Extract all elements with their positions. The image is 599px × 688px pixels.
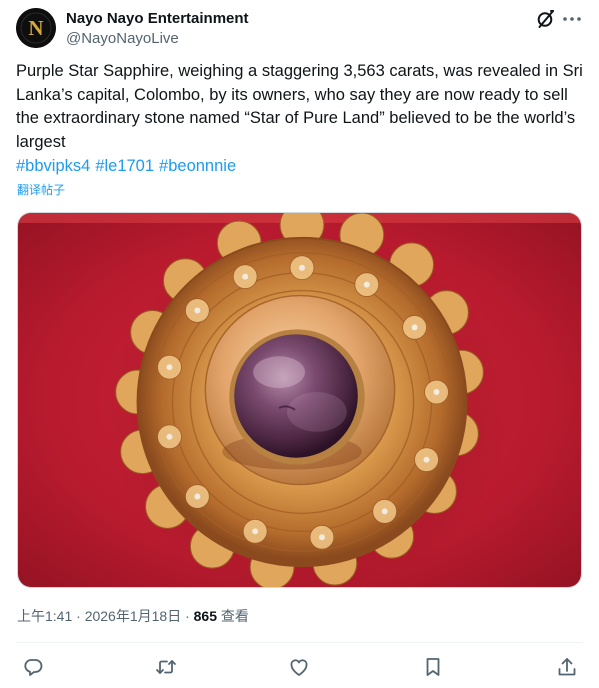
reply-icon[interactable]: [22, 656, 44, 678]
timestamp[interactable]: 上午1:41 · 2026年1月18日 ·: [17, 608, 194, 624]
hashtags: #bbvipks4 #le1701 #beonnnie: [16, 155, 241, 178]
tweet-text: Purple Star Sapphire, weighing a stagger…: [16, 62, 583, 151]
avatar-logo: N: [16, 8, 56, 48]
retweet-icon[interactable]: [155, 656, 177, 678]
views-label: 查看: [217, 608, 249, 624]
author-names: Nayo Nayo Entertainment @NayoNayoLive: [66, 8, 249, 49]
views-count: 865: [193, 608, 217, 624]
author-handle[interactable]: @NayoNayoLive: [66, 29, 249, 49]
translate-post-link[interactable]: 翻译帖子: [17, 182, 65, 198]
tweet-header: N Nayo Nayo Entertainment @NayoNayoLive: [16, 8, 583, 48]
more-icon[interactable]: [561, 8, 583, 30]
tweet-meta: 上午1:41 · 2026年1月18日 · 865 查看: [17, 607, 249, 625]
avatar-letter: N: [28, 16, 43, 40]
like-icon[interactable]: [288, 656, 310, 678]
bookmark-icon[interactable]: [422, 656, 444, 678]
tweet-media-image[interactable]: [17, 212, 582, 588]
hashtag-link[interactable]: #bbvipks4: [16, 157, 90, 175]
avatar[interactable]: N: [16, 8, 56, 48]
hashtag-link[interactable]: #beonnnie: [159, 157, 236, 175]
author-display-name[interactable]: Nayo Nayo Entertainment: [66, 9, 249, 29]
action-bar: [22, 656, 578, 680]
divider: [16, 642, 583, 643]
sapphire-photo: [18, 213, 581, 587]
grok-icon[interactable]: [535, 8, 557, 30]
share-icon[interactable]: [556, 656, 578, 678]
hashtag-link[interactable]: #le1701: [95, 157, 154, 175]
